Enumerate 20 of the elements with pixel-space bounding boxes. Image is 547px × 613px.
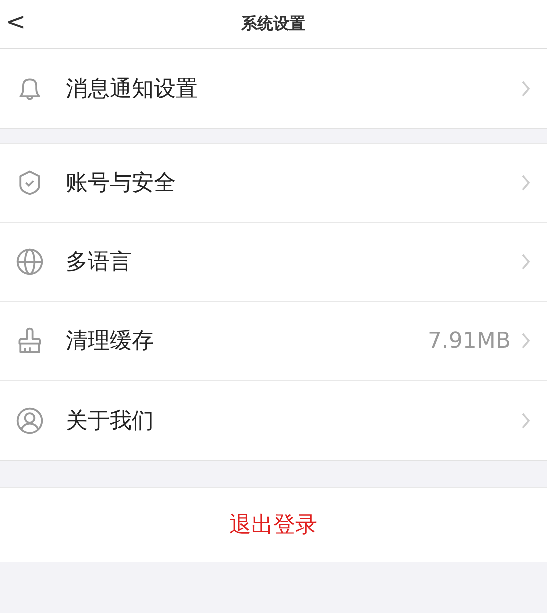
item-label: 多语言	[66, 249, 133, 277]
settings-item[interactable]: 清理缓存 7.91MB	[0, 302, 547, 381]
page-title: 系统设置	[242, 14, 306, 34]
chevron-right-icon	[521, 412, 531, 430]
settings-item[interactable]: 关于我们	[0, 381, 547, 460]
chevron-right-icon	[521, 332, 531, 350]
item-label: 清理缓存	[66, 328, 155, 356]
user-circle-icon	[15, 406, 45, 436]
item-label: 消息通知设置	[66, 76, 199, 104]
chevron-right-icon	[521, 253, 531, 271]
settings-item[interactable]: 消息通知设置	[0, 49, 547, 128]
item-label: 关于我们	[66, 408, 155, 436]
cache-size: 7.91MB	[428, 328, 511, 354]
settings-item[interactable]: 多语言	[0, 223, 547, 302]
item-label: 账号与安全	[66, 170, 177, 198]
globe-icon	[15, 247, 45, 277]
settings-item[interactable]: 账号与安全	[0, 144, 547, 223]
chevron-right-icon	[521, 80, 531, 98]
back-button[interactable]: <	[2, 8, 30, 36]
chevron-right-icon	[521, 174, 531, 192]
